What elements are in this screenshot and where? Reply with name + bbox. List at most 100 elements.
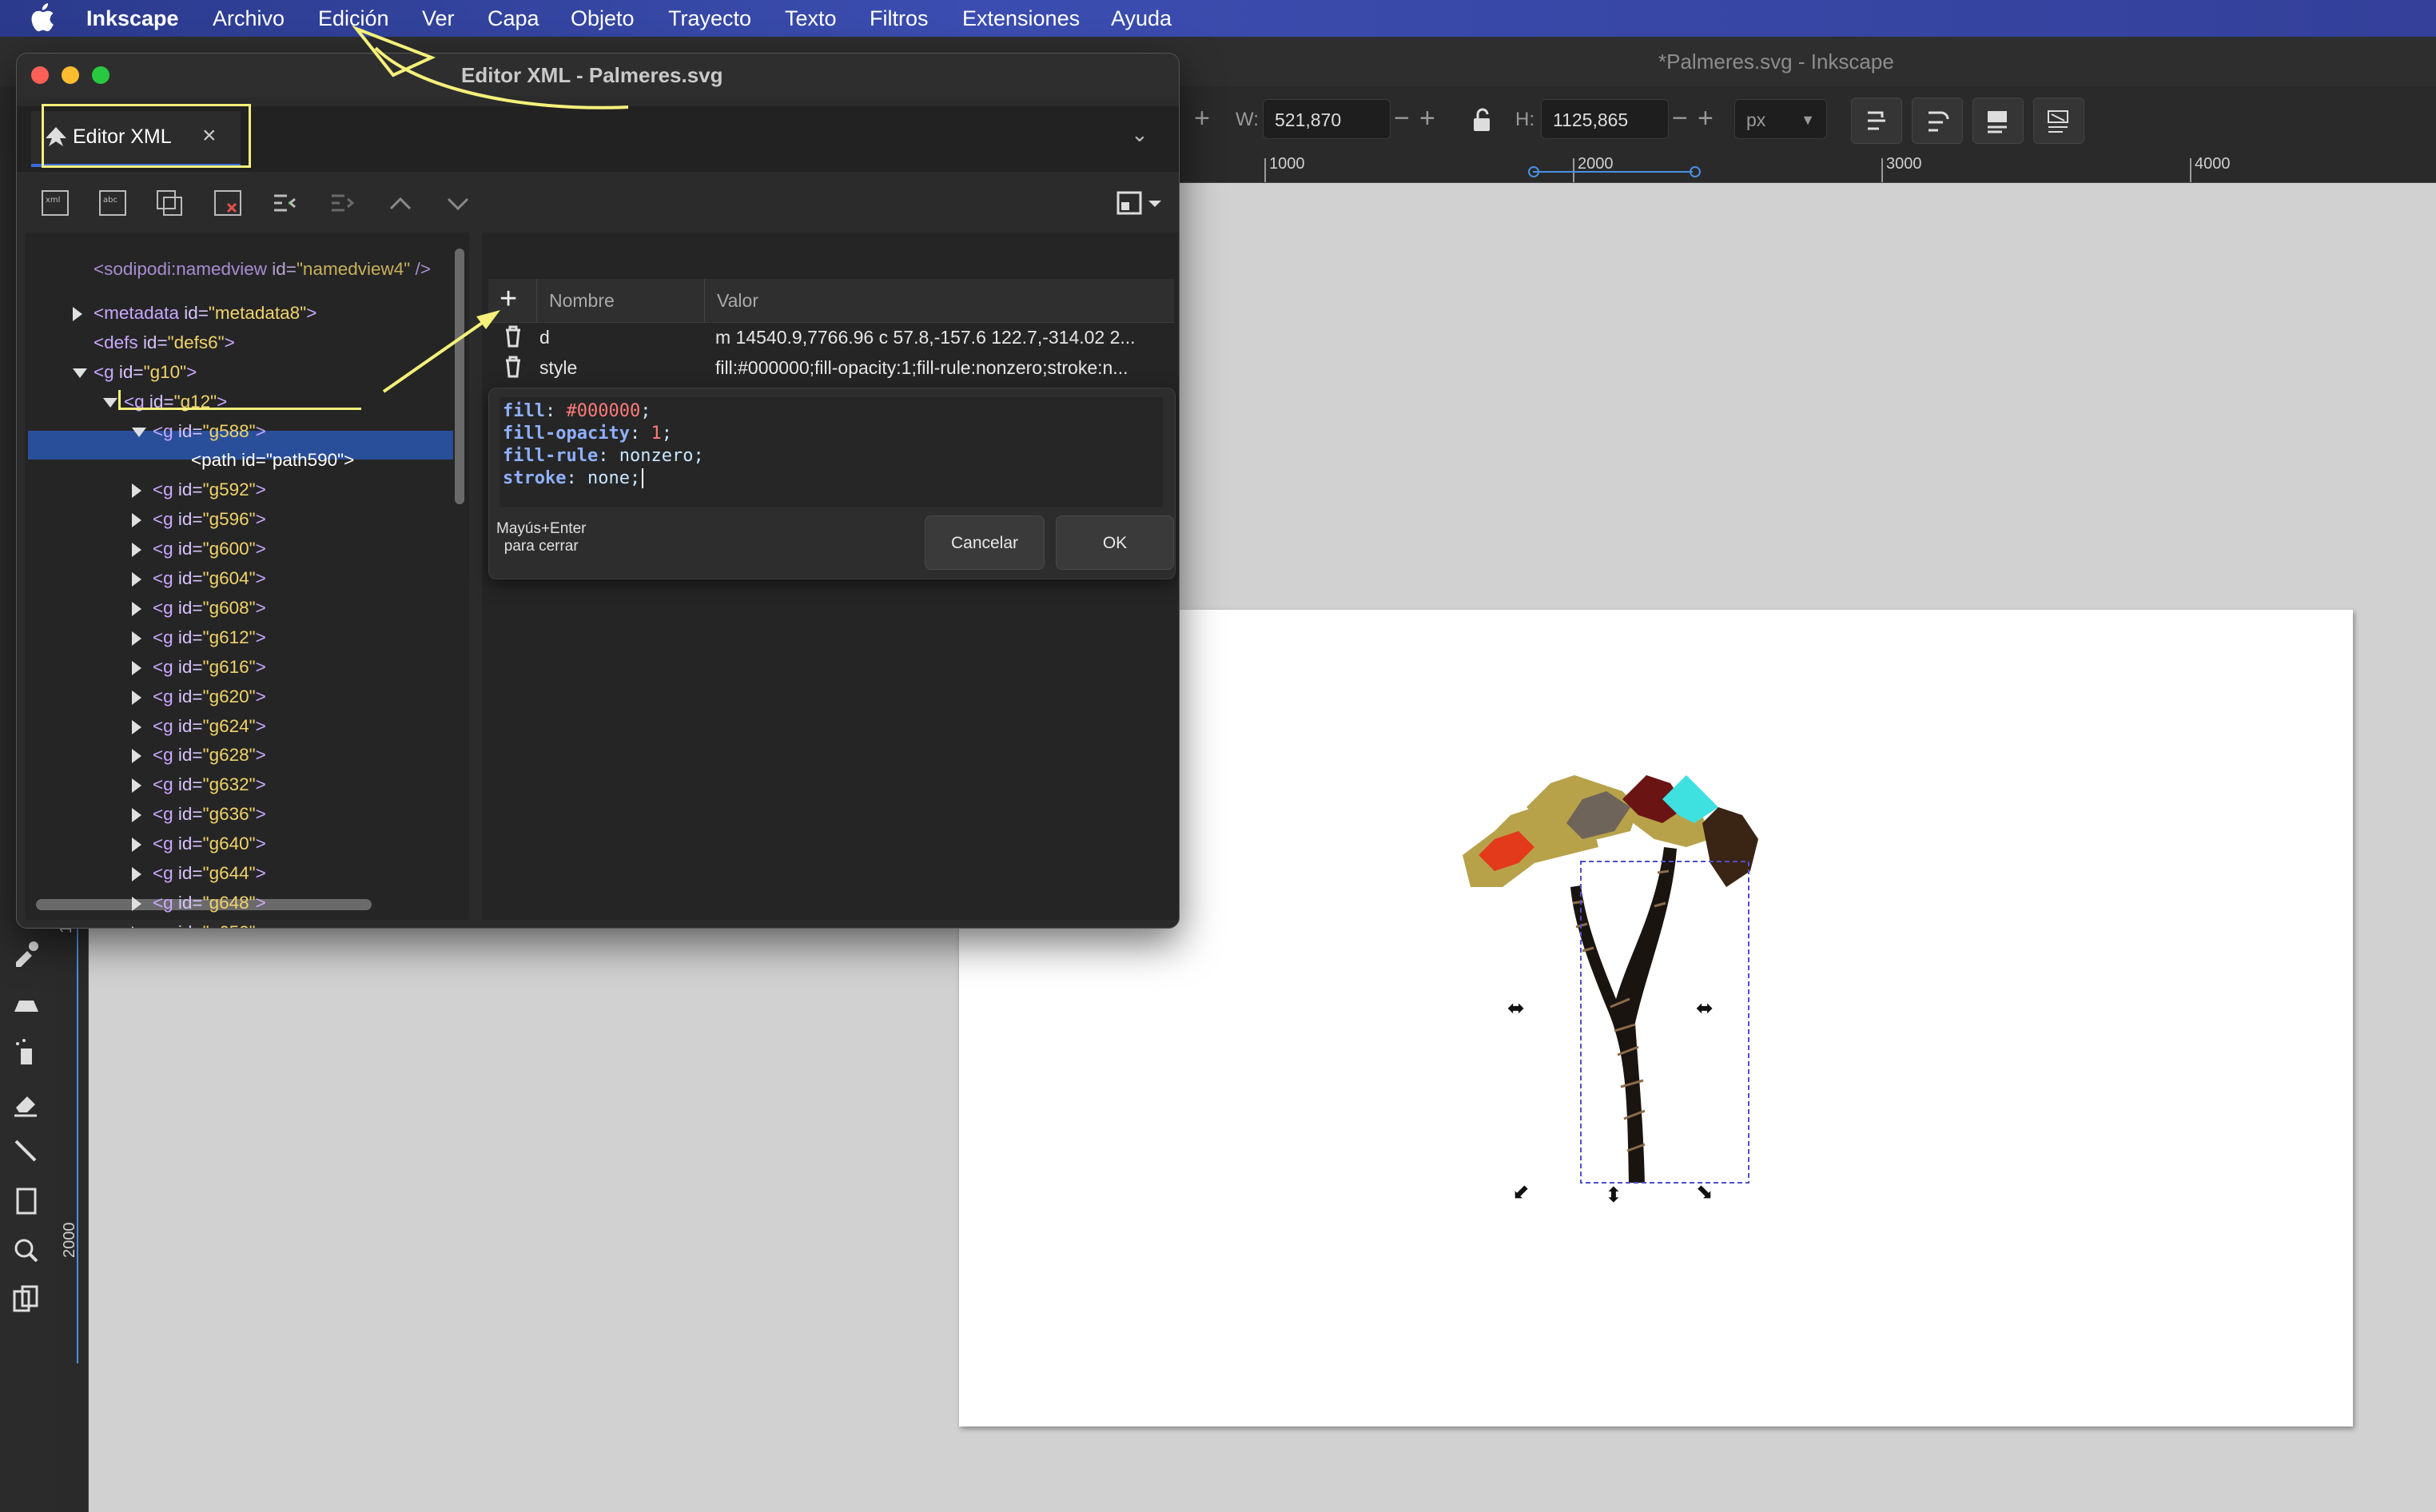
expander-open-icon[interactable] — [73, 368, 87, 378]
w-plus-button[interactable]: + — [1419, 104, 1435, 133]
tree-node[interactable]: <g id="g596"> — [153, 505, 266, 534]
tree-node[interactable]: <g id="g616"> — [153, 653, 266, 682]
new-text-node-icon[interactable]: abc — [98, 189, 127, 217]
scale-stroke-button[interactable] — [1851, 97, 1902, 144]
new-element-node-icon[interactable]: xml — [41, 189, 70, 217]
tree-node[interactable]: <g id="g604"> — [153, 564, 266, 593]
menu-ver[interactable]: Ver — [422, 6, 455, 31]
tree-node[interactable]: <g id="g10"> — [94, 358, 197, 387]
tree-node[interactable]: <g id="g644"> — [153, 859, 266, 888]
menu-inkscape[interactable]: Inkscape — [86, 6, 179, 31]
expander-closed-icon[interactable] — [132, 572, 141, 587]
close-window-button[interactable] — [31, 66, 49, 84]
height-field[interactable]: 1125,865 — [1541, 99, 1669, 139]
documents-icon[interactable] — [8, 1282, 45, 1319]
x-plus-button[interactable]: + — [1194, 104, 1210, 133]
tree-node[interactable]: <g id="g640"> — [153, 830, 266, 858]
expander-closed-icon[interactable] — [132, 867, 141, 881]
menu-archivo[interactable]: Archivo — [213, 6, 285, 31]
expander-closed-icon[interactable] — [132, 513, 141, 528]
delete-node-icon[interactable] — [213, 189, 242, 217]
spray-icon[interactable] — [8, 1034, 45, 1071]
expander-closed-icon[interactable] — [132, 838, 141, 853]
ok-button[interactable]: OK — [1056, 515, 1174, 570]
palm-tree-drawing[interactable] — [1447, 767, 1782, 1199]
expander-closed-icon[interactable] — [132, 925, 141, 928]
xml-editor-titlebar[interactable]: Editor XML - Palmeres.svg — [17, 54, 1179, 97]
expander-closed-icon[interactable] — [132, 543, 141, 558]
menu-texto[interactable]: Texto — [785, 6, 837, 31]
h-minus-button[interactable]: − — [1672, 104, 1688, 133]
scale-corners-button[interactable] — [1912, 97, 1963, 144]
tree-node[interactable]: <g id="g588"> — [153, 417, 266, 446]
menu-edicion[interactable]: Edición — [318, 6, 389, 31]
tree-node[interactable]: <g id="g612"> — [153, 623, 266, 652]
expander-closed-icon[interactable] — [132, 601, 141, 616]
menu-capa[interactable]: Capa — [488, 6, 539, 31]
unindent-node-icon[interactable] — [271, 189, 300, 217]
add-attribute-button[interactable]: + — [500, 282, 517, 316]
tree-node[interactable]: <g id="g592"> — [153, 475, 266, 504]
expander-open-icon[interactable] — [103, 397, 117, 408]
zoom-window-button[interactable] — [92, 66, 109, 84]
menu-filtros[interactable]: Filtros — [870, 6, 929, 31]
lower-node-icon[interactable] — [444, 189, 472, 217]
indent-node-icon[interactable] — [328, 189, 357, 217]
connector-icon[interactable] — [8, 1133, 45, 1170]
expander-closed-icon[interactable] — [132, 690, 141, 705]
tree-node-selected[interactable]: <path id="path590"> — [191, 446, 354, 475]
pages-icon[interactable] — [8, 1183, 45, 1220]
expander-closed-icon[interactable] — [73, 306, 82, 321]
attribute-row[interactable]: style fill:#000000;fill-opacity:1;fill-r… — [488, 352, 1174, 383]
duplicate-node-icon[interactable] — [156, 189, 185, 217]
expander-closed-icon[interactable] — [132, 749, 141, 764]
menu-trayecto[interactable]: Trayecto — [668, 6, 751, 31]
transform-gradients-button[interactable] — [1972, 97, 2024, 144]
lock-icon[interactable] — [1471, 107, 1495, 133]
tree-vscroll-thumb[interactable] — [455, 249, 464, 504]
menu-extensiones[interactable]: Extensiones — [962, 6, 1080, 31]
expander-closed-icon[interactable] — [132, 896, 141, 911]
resize-handle-bottom[interactable]: ⬍ — [1605, 1183, 1622, 1208]
tree-node[interactable]: <g id="g648"> — [153, 889, 266, 917]
tree-node[interactable]: <g id="g628"> — [153, 741, 266, 770]
style-text-area[interactable]: fill: #000000; fill-opacity: 1; fill-rule:… — [500, 397, 1163, 507]
expander-closed-icon[interactable] — [132, 631, 141, 646]
apple-icon[interactable] — [30, 3, 54, 38]
tree-node[interactable]: <sodipodi:namedview id="namedview4" /> — [94, 255, 431, 284]
expander-closed-icon[interactable] — [132, 660, 141, 675]
tree-node[interactable]: <g id="g608"> — [153, 594, 266, 623]
expander-closed-icon[interactable] — [132, 808, 141, 823]
expander-open-icon[interactable] — [132, 427, 146, 437]
tree-node[interactable]: <metadata id="metadata8"> — [94, 299, 316, 328]
menu-ayuda[interactable]: Ayuda — [1111, 6, 1172, 31]
dropper-icon[interactable] — [8, 935, 45, 972]
tree-node[interactable]: <defs id="defs6"> — [94, 328, 235, 357]
minimize-window-button[interactable] — [62, 66, 79, 84]
tree-node[interactable]: <g id="g632"> — [153, 770, 266, 799]
expander-closed-icon[interactable] — [132, 778, 141, 794]
attribute-row[interactable]: d m 14540.9,7766.96 c 57.8,-157.6 122.7,… — [488, 322, 1174, 352]
transform-patterns-button[interactable] — [2033, 97, 2084, 144]
unit-select[interactable]: px ▼ — [1734, 99, 1827, 139]
h-plus-button[interactable]: + — [1698, 104, 1714, 133]
resize-handle-bottom-left[interactable]: ⬋ — [1512, 1180, 1530, 1204]
zoom-icon[interactable] — [8, 1232, 45, 1269]
w-minus-button[interactable]: − — [1394, 104, 1410, 133]
resize-handle-left[interactable]: ⬌ — [1507, 996, 1525, 1021]
tree-node[interactable]: <g id="g652"> — [153, 918, 266, 928]
menu-objeto[interactable]: Objeto — [571, 6, 635, 31]
dialog-menu-chevron-icon[interactable]: ⌄ — [1131, 122, 1148, 147]
eraser-icon[interactable] — [8, 1084, 45, 1120]
tweak-icon[interactable] — [8, 985, 45, 1021]
tree-node[interactable]: <g id="g624"> — [153, 712, 266, 741]
raise-node-icon[interactable] — [386, 189, 415, 217]
layout-toggle-icon[interactable] — [1116, 189, 1164, 217]
resize-handle-bottom-right[interactable]: ⬊ — [1696, 1180, 1714, 1204]
width-field[interactable]: 521,870 — [1263, 99, 1391, 139]
expander-closed-icon[interactable] — [132, 483, 141, 499]
expander-closed-icon[interactable] — [132, 719, 141, 734]
tree-node[interactable]: <g id="g600"> — [153, 535, 266, 563]
cancel-button[interactable]: Cancelar — [925, 515, 1045, 570]
tree-node[interactable]: <g id="g12"> — [124, 388, 227, 416]
